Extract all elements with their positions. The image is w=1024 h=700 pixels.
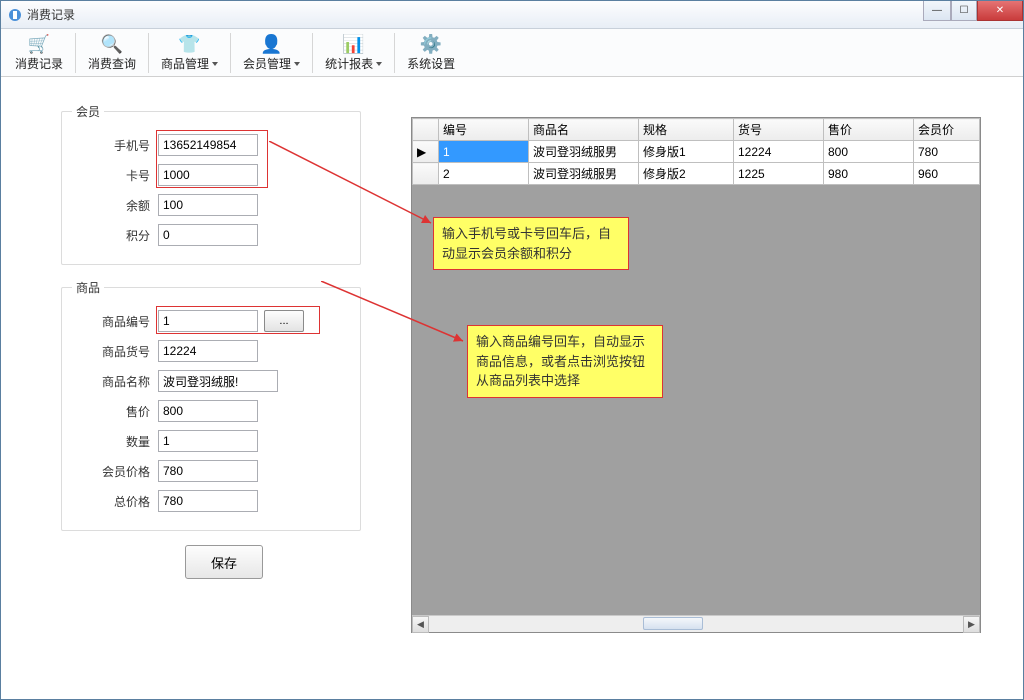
balance-label: 余额 [72, 197, 158, 214]
product-group: 商品 商品编号... 商品货号 商品名称 售价 数量 会员价格 总价格 [61, 279, 361, 531]
row-pointer[interactable] [413, 163, 439, 185]
search-icon: 🔍 [101, 33, 123, 55]
name-input[interactable] [158, 370, 278, 392]
price-label: 售价 [72, 403, 158, 420]
member-group: 会员 手机号 卡号 余额 积分 [61, 103, 361, 265]
product-legend: 商品 [72, 279, 104, 296]
qty-label: 数量 [72, 433, 158, 450]
callout-member: 输入手机号或卡号回车后，自动显示会员余额和积分 [433, 217, 629, 270]
phone-label: 手机号 [72, 137, 158, 154]
toolbar-consume-query[interactable]: 🔍消费查询 [78, 31, 146, 75]
cell[interactable]: 2 [439, 163, 529, 185]
toolbar-separator [312, 33, 313, 73]
points-input[interactable] [158, 224, 258, 246]
grid-row[interactable]: ▶ 1 波司登羽绒服男 修身版1 12224 800 780 [413, 141, 980, 163]
cell[interactable]: 波司登羽绒服男 [529, 141, 639, 163]
toolbar-consume-record[interactable]: 🛒消费记录 [5, 31, 73, 75]
scroll-left-arrow-icon[interactable]: ◀ [412, 616, 429, 633]
cell[interactable]: 960 [914, 163, 980, 185]
card-input[interactable] [158, 164, 258, 186]
sku-label: 商品货号 [72, 343, 158, 360]
grid-corner[interactable] [413, 119, 439, 141]
window-controls: — ☐ ✕ [923, 1, 1023, 21]
grid-header-row: 编号 商品名 规格 货号 售价 会员价 [413, 119, 980, 141]
card-label: 卡号 [72, 167, 158, 184]
window-title: 消费记录 [27, 6, 75, 23]
user-icon: 👤 [260, 33, 282, 55]
cell[interactable]: 1 [439, 141, 529, 163]
total-label: 总价格 [72, 493, 158, 510]
toolbar-separator [230, 33, 231, 73]
col-member-price[interactable]: 会员价 [914, 119, 980, 141]
toolbar-system-settings[interactable]: ⚙️系统设置 [397, 31, 465, 75]
qty-input[interactable] [158, 430, 258, 452]
cell[interactable]: 12224 [734, 141, 824, 163]
toolbar-product-manage[interactable]: 👕商品管理 [151, 31, 228, 75]
toolbar-member-manage[interactable]: 👤会员管理 [233, 31, 310, 75]
cell[interactable]: 780 [914, 141, 980, 163]
cell[interactable]: 修身版1 [639, 141, 734, 163]
minimize-button[interactable]: — [923, 1, 951, 21]
save-button[interactable]: 保存 [185, 545, 263, 579]
col-sku[interactable]: 货号 [734, 119, 824, 141]
total-input[interactable] [158, 490, 258, 512]
row-pointer[interactable]: ▶ [413, 141, 439, 163]
col-price[interactable]: 售价 [824, 119, 914, 141]
grid-table: 编号 商品名 规格 货号 售价 会员价 ▶ 1 波司登羽绒服男 修身版1 122… [412, 118, 980, 185]
col-id[interactable]: 编号 [439, 119, 529, 141]
horizontal-scrollbar[interactable]: ◀ ▶ [412, 615, 980, 632]
app-window: 消费记录 — ☐ ✕ 🛒消费记录 🔍消费查询 👕商品管理 👤会员管理 📊统计报表… [0, 0, 1024, 700]
callout-product: 输入商品编号回车，自动显示商品信息，或者点击浏览按钮从商品列表中选择 [467, 325, 663, 398]
toolbar-report[interactable]: 📊统计报表 [315, 31, 392, 75]
grid-row[interactable]: 2 波司登羽绒服男 修身版2 1225 980 960 [413, 163, 980, 185]
points-label: 积分 [72, 227, 158, 244]
member-price-label: 会员价格 [72, 463, 158, 480]
code-input[interactable] [158, 310, 258, 332]
scroll-track[interactable] [429, 616, 963, 633]
browse-button[interactable]: ... [264, 310, 304, 332]
shirt-icon: 👕 [178, 33, 200, 55]
content-area: 会员 手机号 卡号 余额 积分 商品 商品编号... 商品货号 商品名称 售价 … [1, 77, 1023, 699]
cell[interactable]: 1225 [734, 163, 824, 185]
member-price-input[interactable] [158, 460, 258, 482]
app-icon [7, 7, 23, 23]
cell[interactable]: 修身版2 [639, 163, 734, 185]
sku-input[interactable] [158, 340, 258, 362]
chart-icon: 📊 [342, 33, 364, 55]
name-label: 商品名称 [72, 373, 158, 390]
col-name[interactable]: 商品名 [529, 119, 639, 141]
balance-input[interactable] [158, 194, 258, 216]
cell[interactable]: 800 [824, 141, 914, 163]
price-input[interactable] [158, 400, 258, 422]
cart-icon: 🛒 [28, 33, 50, 55]
cell[interactable]: 波司登羽绒服男 [529, 163, 639, 185]
toolbar: 🛒消费记录 🔍消费查询 👕商品管理 👤会员管理 📊统计报表 ⚙️系统设置 [1, 29, 1023, 77]
toolbar-separator [394, 33, 395, 73]
gear-icon: ⚙️ [420, 33, 442, 55]
titlebar[interactable]: 消费记录 — ☐ ✕ [1, 1, 1023, 29]
maximize-button[interactable]: ☐ [951, 1, 977, 21]
scroll-thumb[interactable] [643, 617, 703, 630]
member-legend: 会员 [72, 103, 104, 120]
toolbar-separator [75, 33, 76, 73]
scroll-right-arrow-icon[interactable]: ▶ [963, 616, 980, 633]
toolbar-separator [148, 33, 149, 73]
phone-input[interactable] [158, 134, 258, 156]
left-form-pane: 会员 手机号 卡号 余额 积分 商品 商品编号... 商品货号 商品名称 售价 … [61, 103, 361, 579]
col-spec[interactable]: 规格 [639, 119, 734, 141]
close-button[interactable]: ✕ [977, 1, 1023, 21]
cell[interactable]: 980 [824, 163, 914, 185]
code-label: 商品编号 [72, 313, 158, 330]
